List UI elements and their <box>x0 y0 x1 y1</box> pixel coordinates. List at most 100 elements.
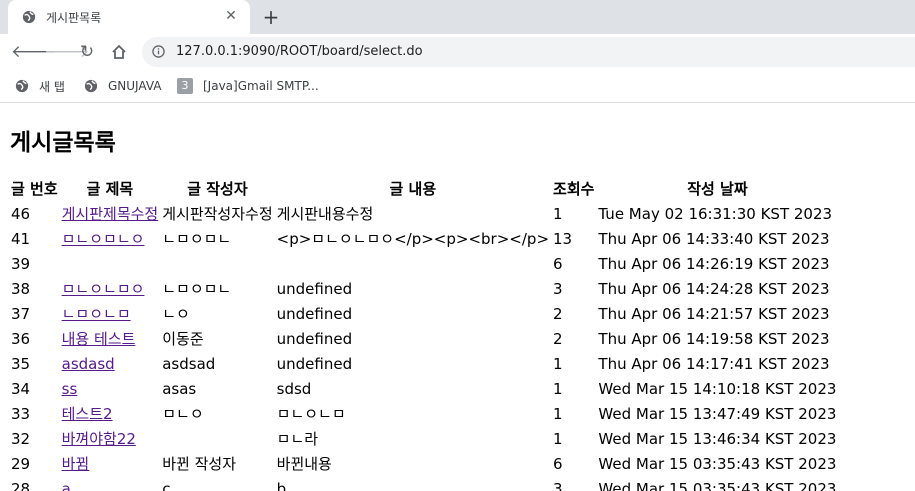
table-cell: 테스트2 <box>61 402 160 425</box>
table-row: 37 ㄴㅁㅇㄴㅁ ㄴㅇ undefined 2 Thu Apr 06 14:21:57 K… <box>10 302 837 325</box>
table-row: 34 ss asas sdsd 1 Wed Mar 15 14:10:18 KST 202… <box>10 377 837 400</box>
table-cell: Thu Apr 06 14:19:58 KST 2023 <box>597 327 837 350</box>
cell-views: 3 <box>553 479 563 491</box>
table-cell: b <box>276 477 550 491</box>
cell-no: 46 <box>11 204 31 223</box>
cell-content: 바뀐내용 <box>276 455 332 473</box>
table-cell <box>161 427 273 450</box>
cell-date: Thu Apr 06 14:17:41 KST 2023 <box>598 354 830 373</box>
table-cell: undefined <box>276 352 550 375</box>
cell-views: 2 <box>553 304 563 323</box>
tab-board-list[interactable]: 게시판목록 ✕ <box>8 0 250 34</box>
new-tab-icon[interactable]: + <box>260 6 282 28</box>
table-cell: ㄴㅁㅇㅁㄴ <box>161 227 273 250</box>
cell-no: 33 <box>11 404 31 423</box>
cell-author: 이동준 <box>162 330 204 348</box>
table-cell: 28 <box>10 477 59 491</box>
cell-title-link[interactable]: ㄴㅁㅇㄴㅁ <box>62 305 131 323</box>
cell-title-link[interactable]: 내용 테스트 <box>62 330 136 348</box>
cell-date: Wed Mar 15 14:10:18 KST 2023 <box>598 379 837 398</box>
table-cell <box>276 252 550 275</box>
table-cell: 게시판제목수정 <box>61 202 160 225</box>
header-content: 글 내용 <box>389 180 437 198</box>
cell-author: asdsad <box>162 354 216 373</box>
table-row: 32 바껴야함22 ㅁㄴ라 1 Wed Mar 15 13:46:34 KST 2023 <box>10 427 837 450</box>
table-cell: ㅁㄴㅇㄴㅁㅇ <box>61 277 160 300</box>
cell-title-link[interactable]: asdasd <box>62 355 115 373</box>
cell-title-link[interactable]: 게시판제목수정 <box>62 205 159 223</box>
cell-views: 13 <box>553 229 573 248</box>
header-author: 글 작성자 <box>187 180 248 198</box>
cell-views: 3 <box>553 279 563 298</box>
cell-date: Wed Mar 15 03:35:43 KST 2023 <box>598 454 837 473</box>
cell-title-link[interactable]: a <box>62 480 71 491</box>
cell-title-link[interactable]: ㅁㄴㅇㅁㄴㅇ <box>62 230 145 248</box>
table-row: 41 ㅁㄴㅇㅁㄴㅇ ㄴㅁㅇㅁㄴ <p>ㅁㄴㅇㄴㅁㅇ</p><p><br></p> 13 T… <box>10 227 837 250</box>
table-cell: Thu Apr 06 14:17:41 KST 2023 <box>597 352 837 375</box>
table-cell: ss <box>61 377 160 400</box>
cell-views: 6 <box>553 454 563 473</box>
table-row: 38 ㅁㄴㅇㄴㅁㅇ ㄴㅁㅇㅁㄴ undefined 3 Thu Apr 06 14:24:… <box>10 277 837 300</box>
table-cell: 1 <box>552 402 595 425</box>
address-bar[interactable]: 127.0.0.1:9090/ROOT/board/select.do <box>142 37 915 67</box>
cell-title-link[interactable]: 바껴야함22 <box>62 430 136 448</box>
table-cell: 게시판작성자수정 <box>161 202 273 225</box>
bookmark-java-gmail[interactable]: 3 [Java]Gmail SMTP... <box>177 77 319 95</box>
cell-no: 39 <box>11 254 31 273</box>
table-cell: <p>ㅁㄴㅇㄴㅁㅇ</p><p><br></p> <box>276 227 550 250</box>
cell-title-link[interactable]: ss <box>62 380 78 398</box>
cell-views: 1 <box>553 429 563 448</box>
cell-title-link[interactable]: ㅁㄴㅇㄴㅁㅇ <box>62 280 145 298</box>
table-cell: 이동준 <box>161 327 273 350</box>
table-cell: Tue May 02 16:31:30 KST 2023 <box>597 202 837 225</box>
cell-author: 게시판작성자수정 <box>162 205 273 223</box>
cell-no: 41 <box>11 229 31 248</box>
cell-author: ㄴㅁㅇㅁㄴ <box>162 230 232 248</box>
table-cell: Thu Apr 06 14:33:40 KST 2023 <box>597 227 837 250</box>
cell-views: 2 <box>553 329 563 348</box>
cell-no: 29 <box>11 454 31 473</box>
table-cell: 6 <box>552 452 595 475</box>
table-cell: a <box>61 477 160 491</box>
table-cell: c <box>161 477 273 491</box>
cell-no: 34 <box>11 379 31 398</box>
cell-no: 28 <box>11 479 31 491</box>
cell-title-link[interactable]: 테스트2 <box>62 405 113 423</box>
table-cell: ㅁㄴㅇㅁㄴㅇ <box>61 227 160 250</box>
table-cell: 46 <box>10 202 59 225</box>
home-icon[interactable] <box>108 41 130 63</box>
table-cell: 2 <box>552 327 595 350</box>
cell-views: 1 <box>553 354 563 373</box>
bookmark-new-tab[interactable]: 새 탭 <box>15 77 65 95</box>
table-cell: 1 <box>552 202 595 225</box>
cell-views: 1 <box>553 404 563 423</box>
close-icon[interactable]: ✕ <box>222 7 240 25</box>
table-cell: ㄴㅁㅇㅁㄴ <box>161 277 273 300</box>
bookmark-label: GNUJAVA <box>108 79 162 93</box>
cell-date: Wed Mar 15 13:46:34 KST 2023 <box>598 429 837 448</box>
globe-icon <box>15 79 29 93</box>
reload-icon[interactable]: ↻ <box>76 41 98 63</box>
bookmark-gnujava[interactable]: GNUJAVA <box>84 77 161 95</box>
cell-content: sdsd <box>276 379 312 398</box>
table-cell <box>161 252 273 275</box>
toolbar: 🡐 🡒 ↻ 127.0.0.1:9090/ROOT/board/select.d… <box>0 34 915 70</box>
table-cell: 36 <box>10 327 59 350</box>
header-no: 글 번호 <box>11 180 58 198</box>
cell-date: Thu Apr 06 14:19:58 KST 2023 <box>598 329 830 348</box>
back-icon[interactable]: 🡐 <box>11 41 57 63</box>
cell-title-link[interactable]: 바뀜 <box>62 455 90 473</box>
header-date: 작성 날짜 <box>687 180 748 198</box>
cell-author: asas <box>162 379 197 398</box>
table-cell: 37 <box>10 302 59 325</box>
cell-content: 게시판내용수정 <box>276 205 374 223</box>
table-cell: ㅁㄴㅇㄴㅁ <box>276 402 550 425</box>
forward-icon[interactable]: 🡒 <box>44 41 90 63</box>
table-cell: 34 <box>10 377 59 400</box>
table-cell: 3 <box>552 477 595 491</box>
cell-date: Thu Apr 06 14:26:19 KST 2023 <box>598 254 830 273</box>
cell-author: 바뀐 작성자 <box>162 455 237 473</box>
table-cell <box>61 252 160 275</box>
cell-author: ㄴㅁㅇㅁㄴ <box>162 280 232 298</box>
info-icon[interactable] <box>152 45 165 58</box>
